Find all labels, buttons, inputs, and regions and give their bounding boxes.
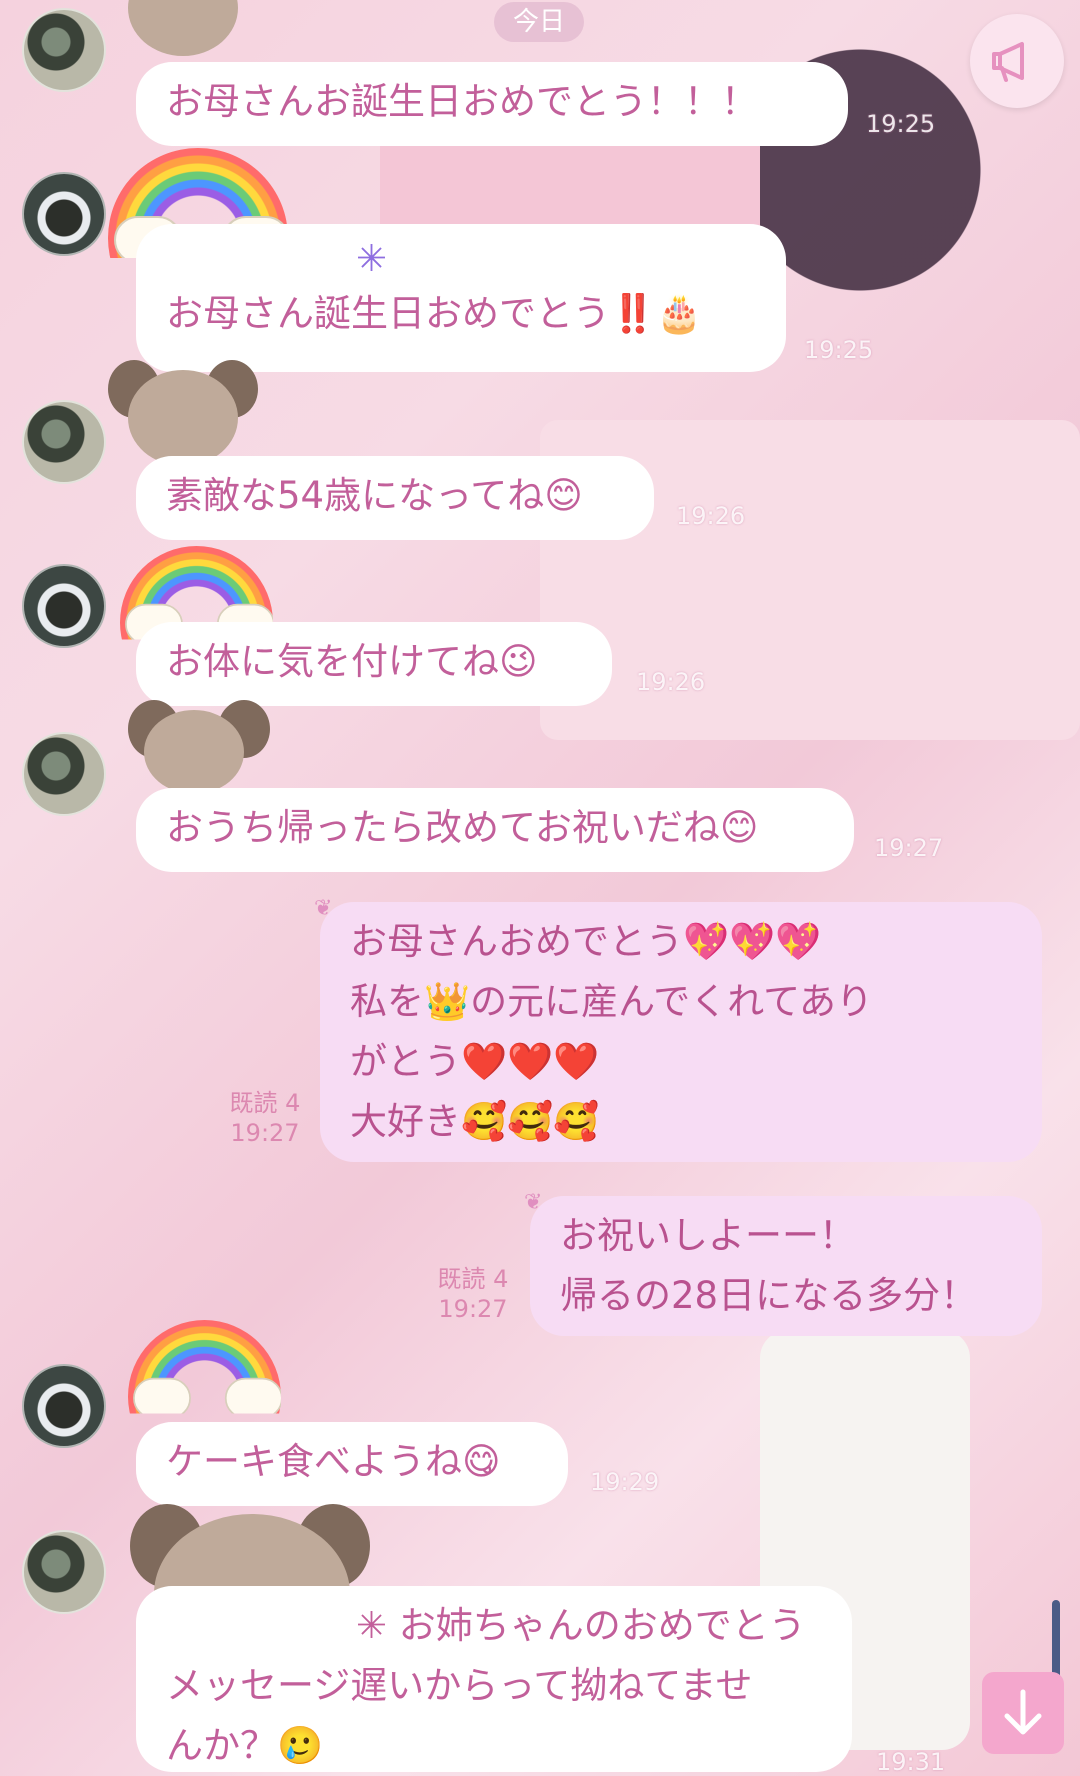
message-time: 19:27 (438, 1295, 508, 1323)
message-line: んか？🥲 (166, 1724, 324, 1767)
message-line: 私を👑の元に産んでくれてあり (350, 980, 873, 1023)
message-bubble[interactable]: ✳ お母さん誕生日おめでとう‼️🎂 (136, 224, 786, 372)
message-text: お母さん誕生日おめでとう‼️🎂 (166, 292, 703, 335)
date-separator: 今日 (494, 2, 584, 42)
message-line: がとう❤️❤️❤️ (350, 1040, 600, 1083)
message-text: ケーキ食べようね😋 (166, 1440, 501, 1483)
message-bubble[interactable]: おうち帰ったら改めてお祝いだね😊 (136, 788, 854, 872)
sender-avatar[interactable] (22, 732, 106, 816)
arrow-down-icon (1004, 1689, 1042, 1735)
message-time: 19:27 (874, 834, 944, 862)
message-text: お体に気を付けてね😉 (166, 640, 538, 683)
message-time: 19:26 (636, 668, 706, 696)
announcement-button[interactable] (970, 14, 1064, 108)
sender-avatar[interactable] (22, 8, 106, 92)
message-time: 19:25 (804, 336, 874, 364)
message-line: 帰るの28日になる多分！ (560, 1274, 978, 1317)
message-time: 19:29 (590, 1468, 660, 1496)
sent-message-bubble[interactable]: お祝いしよーー！ 帰るの28日になる多分！ (530, 1196, 1042, 1336)
rainbow-sticker (128, 1320, 281, 1414)
message-line: お母さんおめでとう💖💖💖 (350, 920, 822, 963)
message-bubble[interactable]: お母さんお誕生日おめでとう！！！ (136, 62, 848, 146)
message-line: メッセージ遅いからって拗ねてませ (166, 1664, 753, 1707)
sender-avatar[interactable] (22, 564, 106, 648)
message-bubble[interactable]: ✳ お姉ちゃんのおめでとう メッセージ遅いからって拗ねてませ んか？🥲 (136, 1586, 852, 1772)
read-count: 既読 4 (437, 1265, 509, 1293)
message-text: おうち帰ったら改めてお祝いだね😊 (166, 806, 759, 849)
sender-name: ✳ (356, 237, 388, 280)
sender-avatar[interactable] (22, 172, 106, 256)
message-time: 19:27 (230, 1119, 300, 1147)
read-receipt: 既読 4 19:27 (428, 1264, 518, 1324)
message-time: 19:25 (866, 110, 936, 138)
scroll-down-button[interactable] (982, 1672, 1064, 1754)
message-text: お母さんお誕生日おめでとう！！！ (166, 80, 758, 123)
message-bubble[interactable]: 素敵な54歳になってね😊 (136, 456, 654, 540)
sender-avatar[interactable] (22, 1530, 106, 1614)
message-time: 19:26 (676, 502, 746, 530)
message-bubble[interactable]: ケーキ食べようね😋 (136, 1422, 568, 1506)
sender-avatar[interactable] (22, 1364, 106, 1448)
sent-message-bubble[interactable]: お母さんおめでとう💖💖💖 私を👑の元に産んでくれてあり がとう❤️❤️❤️ 大好… (320, 902, 1042, 1162)
megaphone-icon (992, 42, 1024, 82)
read-receipt: 既読 4 19:27 (220, 1088, 310, 1148)
message-text: 素敵な54歳になってね😊 (166, 474, 583, 517)
message-time: 19:31 (876, 1748, 946, 1776)
read-count: 既読 4 (229, 1089, 301, 1117)
sender-avatar[interactable] (22, 400, 106, 484)
message-line: 大好き🥰🥰🥰 (350, 1100, 600, 1143)
scrollbar-thumb[interactable] (1052, 1600, 1060, 1680)
message-bubble[interactable]: お体に気を付けてね😉 (136, 622, 612, 706)
message-line: ✳ お姉ちゃんのおめでとう (356, 1604, 806, 1647)
message-line: お祝いしよーー！ (560, 1214, 856, 1257)
